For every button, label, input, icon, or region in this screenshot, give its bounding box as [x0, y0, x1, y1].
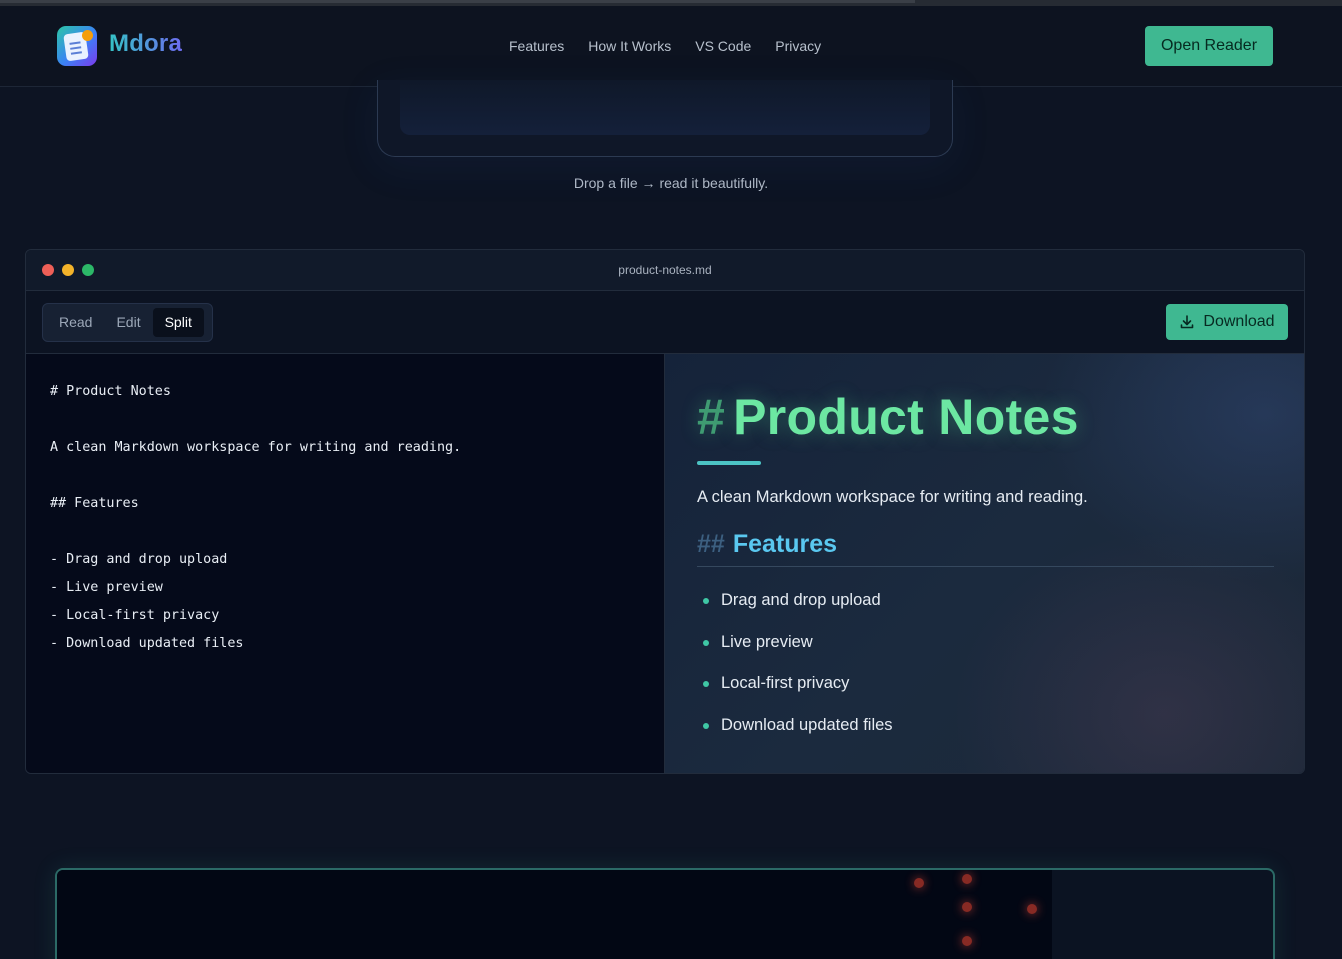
- editor-line: ## Features: [50, 496, 139, 511]
- view-mode-switcher: Read Edit Split: [42, 303, 213, 342]
- editor-line: - Download updated files: [50, 636, 244, 651]
- editor-line: - Drag and drop upload: [50, 552, 228, 567]
- upload-dropzone[interactable]: [377, 80, 953, 157]
- editor-line: # Product Notes: [50, 384, 171, 399]
- download-button[interactable]: Download: [1166, 304, 1288, 340]
- mode-split-tab[interactable]: Split: [152, 308, 204, 337]
- list-item: Drag and drop upload: [697, 589, 893, 631]
- open-reader-button[interactable]: Open Reader: [1145, 26, 1273, 66]
- editor-toolbar: Read Edit Split Download: [26, 291, 1304, 354]
- markdown-preview: # Product Notes A clean Markdown workspa…: [665, 354, 1304, 773]
- preview-heading-1: # Product Notes: [697, 388, 1079, 446]
- h1-text: Product Notes: [733, 389, 1079, 445]
- editor-line: - Live preview: [50, 580, 163, 595]
- list-item: Download updated files: [697, 714, 893, 756]
- preview-paragraph: A clean Markdown workspace for writing a…: [697, 488, 1088, 506]
- nav-link-how-it-works[interactable]: How It Works: [588, 38, 671, 54]
- nav-link-features[interactable]: Features: [509, 38, 564, 54]
- download-label: Download: [1203, 313, 1275, 330]
- heading-divider: [697, 566, 1274, 567]
- upload-caption: Drop a file → read it beautifully.: [573, 175, 769, 191]
- nav-link-privacy[interactable]: Privacy: [775, 38, 821, 54]
- site-header: Mdora Features How It Works VS Code Priv…: [0, 6, 1342, 87]
- download-icon: [1181, 315, 1194, 329]
- scroll-indicator: [0, 0, 915, 3]
- heading-underline: [697, 461, 761, 465]
- list-item: Live preview: [697, 631, 893, 673]
- h2-text: Features: [732, 530, 838, 558]
- logo-icon[interactable]: [57, 26, 97, 66]
- editor-line: A clean Markdown workspace for writing a…: [50, 440, 462, 455]
- preview-heading-2: ## Features: [697, 530, 837, 559]
- preview-feature-list: Drag and drop upload Live preview Local-…: [697, 589, 893, 755]
- showcase-screen: [57, 870, 1052, 959]
- window-filename: product-notes.md: [618, 263, 712, 277]
- mode-read-tab[interactable]: Read: [47, 308, 104, 337]
- h2-hash-marker: ##: [697, 530, 725, 558]
- editor-window: product-notes.md Read Edit Split Downloa…: [25, 249, 1305, 774]
- window-titlebar: product-notes.md: [26, 250, 1304, 291]
- brand-name[interactable]: Mdora: [109, 30, 182, 58]
- mode-edit-tab[interactable]: Edit: [104, 308, 152, 337]
- list-item: Local-first privacy: [697, 672, 893, 714]
- editor-line: - Local-first privacy: [50, 608, 220, 623]
- main-nav: Features How It Works VS Code Privacy: [509, 38, 845, 54]
- video-showcase: [55, 868, 1275, 959]
- markdown-editor[interactable]: # Product Notes A clean Markdown workspa…: [26, 354, 665, 773]
- nav-link-vs-code[interactable]: VS Code: [695, 38, 751, 54]
- h1-hash-marker: #: [697, 389, 726, 445]
